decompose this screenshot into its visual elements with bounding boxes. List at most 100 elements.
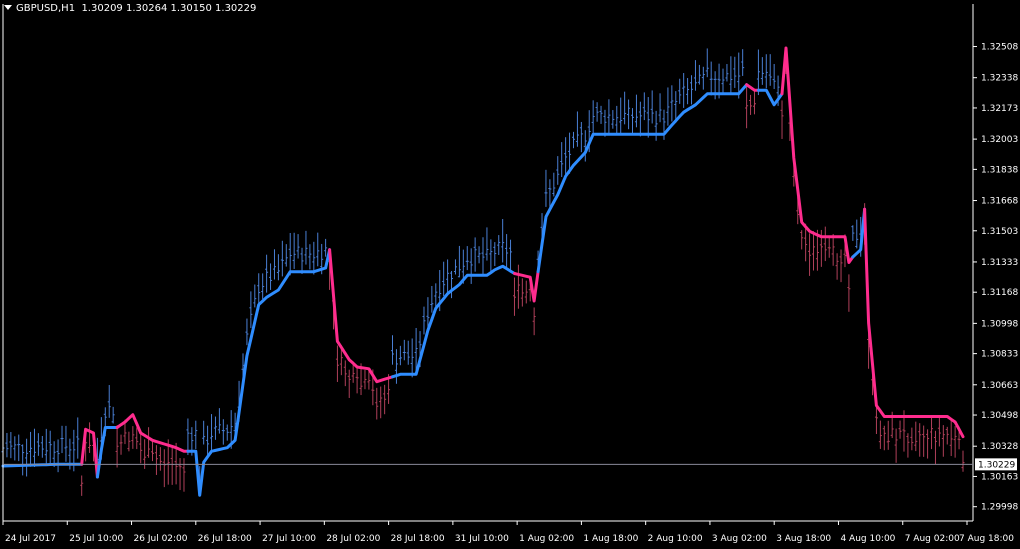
ohlc-bar (509, 239, 513, 273)
y-tick-label: 1.31668 (981, 197, 1018, 207)
ohlc-bar (308, 244, 312, 270)
ohlc-bar (430, 286, 434, 313)
ohlc-bar (162, 449, 166, 488)
ohlc-bar (752, 90, 756, 115)
y-tick-label: 1.30833 (981, 350, 1018, 360)
y-tick-label: 1.31838 (981, 165, 1018, 175)
ohlc-bar (213, 416, 217, 440)
ohlc-bar (949, 419, 953, 457)
ohlc-bar (422, 306, 426, 335)
ohlc-bar (410, 338, 414, 378)
ohlc-bar (646, 97, 650, 138)
ohlc-bar (886, 420, 890, 450)
ohlc-bar (186, 418, 190, 456)
ohlc-bar (442, 261, 446, 296)
ohlc-bar (379, 386, 383, 419)
y-tick-label: 1.32173 (981, 104, 1018, 114)
ohlc-bar (225, 424, 229, 441)
ohlc-bar (725, 64, 729, 82)
ohlc-bar (76, 417, 80, 459)
ohlc-bar (36, 433, 40, 456)
ohlc-bar (265, 254, 269, 293)
ohlc-bar (953, 426, 957, 458)
ohlc-bar (64, 425, 68, 462)
ohlc-bar (520, 278, 524, 307)
ohlc-bar (178, 458, 182, 491)
y-tick-label: 1.32338 (981, 74, 1018, 84)
ohlc-bar (249, 291, 253, 328)
ohlc-bar (335, 345, 339, 382)
ohlc-bar (131, 426, 135, 449)
ohlc-bar (638, 101, 642, 137)
ohlc-bar (280, 240, 284, 277)
ohlc-bar (544, 169, 548, 207)
ohlc-bar (914, 421, 918, 452)
ohlc-bar (363, 369, 367, 390)
ohlc-bar (88, 422, 92, 453)
ohlc-bar (111, 406, 115, 424)
price-chart[interactable]: 1.32508 1.32338 1.32173 1.32003 1.31838 1.316… (0, 0, 1020, 549)
ohlc-bar (469, 248, 473, 284)
ohlc-bar (44, 428, 48, 466)
ohlc-bar (394, 349, 398, 384)
ohlc-bar (847, 274, 851, 312)
ma-segment-up (95, 426, 119, 479)
ohlc-bar (823, 226, 827, 262)
ohlc-bar (493, 242, 497, 267)
ohlc-bar (343, 360, 347, 387)
ohlc-bar (107, 385, 111, 418)
ohlc-bar (497, 235, 501, 255)
x-tick-label: 1 Aug 18:00 (583, 534, 638, 544)
x-tick-label: 27 Jul 10:00 (262, 534, 316, 544)
ohlc-bar (489, 239, 493, 273)
ohlc-bar (918, 423, 922, 457)
ohlc-bar (922, 425, 926, 457)
y-tick-label: 1.30998 (981, 319, 1018, 329)
ohlc-bar (910, 427, 914, 451)
ohlc-bar (60, 425, 64, 454)
ohlc-bar (678, 78, 682, 104)
ohlc-bar (383, 384, 387, 415)
ohlc-bar (135, 427, 139, 450)
ohlc-bar (599, 105, 603, 124)
ohlc-bar (835, 253, 839, 280)
x-tick-label: 31 Jul 10:00 (455, 534, 509, 544)
ohlc-bar (25, 438, 29, 477)
ohlc-bar (682, 73, 686, 108)
ohlc-bar (623, 91, 627, 125)
x-tick-label: 26 Jul 18:00 (198, 534, 252, 544)
ohlc-bar (512, 277, 516, 316)
ohlc-bar (457, 245, 461, 278)
ohlc-bar (154, 445, 158, 475)
ohlc-bar (276, 254, 280, 281)
ohlc-bar (733, 56, 737, 88)
ohlc-bar (772, 63, 776, 90)
x-tick-label: 26 Jul 02:00 (134, 534, 188, 544)
x-tick-label: 2 Aug 10:00 (648, 534, 703, 544)
ohlc-bar (670, 85, 674, 122)
ohlc-bar (634, 94, 638, 128)
ohlc-bar (693, 60, 697, 91)
ohlc-bar (878, 420, 882, 449)
ohlc-bar (292, 232, 296, 269)
ohlc-bar (206, 425, 210, 456)
ohlc-bar (808, 233, 812, 276)
ohlc-bar (501, 219, 505, 263)
ohlc-bar (473, 237, 477, 272)
ohlc-bar (261, 273, 265, 300)
y-tick-label: 1.30163 (981, 472, 1018, 482)
ohlc-bar (481, 237, 485, 275)
x-tick-label: 28 Jul 18:00 (391, 534, 445, 544)
ohlc-bar (615, 105, 619, 135)
ohlc-bar (800, 230, 804, 250)
ohlc-bar (906, 433, 910, 458)
ohlc-bar (831, 233, 835, 266)
ohlc-bar (221, 419, 225, 445)
ohlc-bar (375, 387, 379, 420)
ohlc-bar (556, 156, 560, 185)
ohlc-bar (465, 246, 469, 271)
ohlc-bar (406, 340, 410, 365)
ohlc-bar (650, 90, 654, 124)
ohlc-bar (701, 66, 705, 90)
y-tick-label: 1.32508 (981, 43, 1018, 53)
